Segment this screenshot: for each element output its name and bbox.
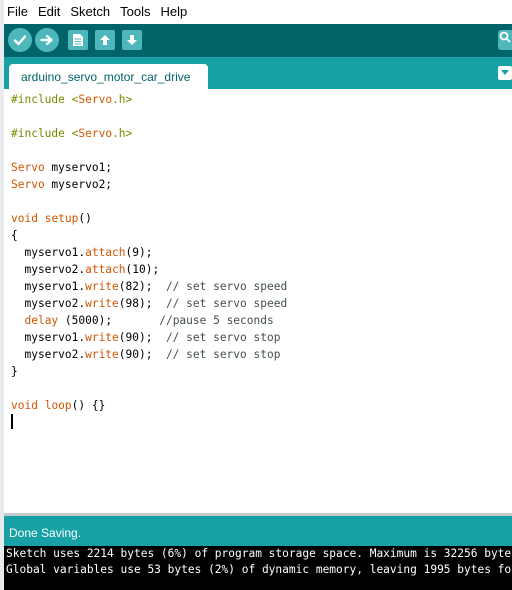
verify-button[interactable] — [8, 28, 32, 52]
open-button[interactable] — [95, 30, 115, 50]
code-line-17-text: } — [11, 365, 18, 378]
new-icon — [73, 34, 83, 46]
code-line-15-text: myservo1.write(90); // set servo stop — [11, 331, 281, 344]
tab-sketch-label: arduino_servo_motor_car_drive — [21, 69, 191, 84]
upload-button[interactable] — [35, 28, 59, 52]
code-line-19: void loop() {} — [11, 397, 105, 414]
verify-icon — [13, 35, 27, 46]
code-line-16-text: myservo2.write(90); // set servo stop — [11, 348, 281, 361]
code-line-1-text: #include <Servo.h> — [11, 93, 133, 106]
code-line-14-text: delay (5000); //pause 5 seconds — [24, 314, 274, 327]
code-line-9: { — [11, 227, 18, 244]
console-line-1: Sketch uses 2214 bytes (6%) of program s… — [6, 547, 512, 560]
code-line-16: myservo2.write(90); // set servo stop — [11, 346, 280, 363]
code-line-8-text: void setup() — [11, 212, 92, 225]
code-line-11: myservo2.attach(10); — [11, 261, 159, 278]
code-line-6-text: Servo myservo2; — [11, 178, 113, 191]
serial-monitor-icon — [499, 31, 511, 43]
open-icon — [100, 35, 110, 45]
menu-bar: File Edit Sketch Tools Help — [0, 0, 512, 24]
menu-edit[interactable]: Edit — [33, 0, 65, 24]
code-line-10: myservo1.attach(9); — [11, 244, 152, 261]
tab-sketch[interactable]: arduino_servo_motor_car_drive — [9, 64, 208, 89]
status-message: Done Saving. — [9, 526, 82, 540]
code-line-12-text: myservo1.write(82); // set servo speed — [11, 280, 288, 293]
code-line-11-text: myservo2.attach(10); — [11, 263, 160, 276]
code-editor[interactable]: #include <Servo.h> #include <Servo.h> Se… — [0, 89, 512, 513]
menu-file[interactable]: File — [0, 0, 33, 24]
code-line-5-text: Servo myservo1; — [11, 161, 113, 174]
status-bar: Done Saving. — [0, 516, 512, 546]
toolbar — [0, 24, 512, 57]
code-line-12: myservo1.write(82); // set servo speed — [11, 278, 287, 295]
save-icon — [127, 35, 137, 45]
window-left-edge — [0, 0, 4, 590]
menu-sketch[interactable]: Sketch — [65, 0, 115, 24]
new-sketch-button[interactable] — [68, 30, 88, 50]
text-caret — [11, 414, 13, 429]
code-line-3-text: #include <Servo.h> — [11, 127, 133, 140]
serial-monitor-button[interactable] — [498, 30, 512, 50]
code-line-17: } — [11, 363, 18, 380]
code-line-8: void setup() — [11, 210, 92, 227]
code-line-9-text: { — [11, 229, 18, 242]
upload-icon — [40, 34, 53, 46]
tab-strip: arduino_servo_motor_car_drive — [0, 57, 512, 89]
menu-help[interactable]: Help — [155, 0, 192, 24]
code-line-6: Servo myservo2; — [11, 176, 112, 193]
console-line-2: Global variables use 53 bytes (2%) of dy… — [6, 563, 512, 576]
tab-menu-button[interactable] — [498, 66, 512, 80]
code-line-10-text: myservo1.attach(9); — [11, 246, 153, 259]
code-line-13-text: myservo2.write(98); // set servo speed — [11, 297, 288, 310]
code-line-14: delay (5000); //pause 5 seconds — [11, 312, 274, 329]
chevron-down-icon — [501, 70, 509, 75]
code-line-13: myservo2.write(98); // set servo speed — [11, 295, 287, 312]
code-line-1: #include <Servo.h> — [11, 91, 132, 108]
code-line-3: #include <Servo.h> — [11, 125, 132, 142]
code-line-19-text: void loop() {} — [11, 399, 106, 412]
arduino-ide-window: File Edit Sketch Tools Help arduino_serv… — [0, 0, 512, 590]
code-line-15: myservo1.write(90); // set servo stop — [11, 329, 280, 346]
menu-tools[interactable]: Tools — [115, 0, 155, 24]
save-button[interactable] — [122, 30, 142, 50]
console-output: Sketch uses 2214 bytes (6%) of program s… — [0, 546, 512, 590]
code-line-5: Servo myservo1; — [11, 159, 112, 176]
